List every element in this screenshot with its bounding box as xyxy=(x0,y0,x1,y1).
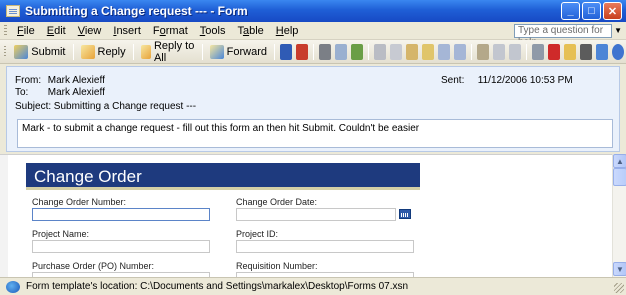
menu-file[interactable]: File xyxy=(11,25,41,37)
vertical-scrollbar[interactable]: ▲ ▼ xyxy=(612,154,626,277)
submit-icon xyxy=(14,44,29,59)
forward-button[interactable]: Forward xyxy=(206,42,271,62)
infopath-icon xyxy=(6,280,20,293)
title-bar[interactable]: Submitting a Change request --- - Form _… xyxy=(0,0,626,22)
menu-tools[interactable]: Tools xyxy=(194,25,232,37)
close-button[interactable]: ✕ xyxy=(603,2,622,20)
sent-label: Sent: xyxy=(441,75,465,86)
copy-icon[interactable] xyxy=(390,43,402,60)
pdf-icon[interactable] xyxy=(296,43,308,60)
help-dropdown-icon[interactable]: ▼ xyxy=(614,26,622,35)
from-value: Mark Alexieff xyxy=(47,75,105,86)
message-body[interactable]: Mark - to submit a change request - fill… xyxy=(17,119,613,148)
table-icon[interactable] xyxy=(493,43,505,60)
window-title: Submitting a Change request --- - Form xyxy=(25,4,248,18)
toolbar-separator xyxy=(526,43,527,60)
change-order-number-label: Change Order Number: xyxy=(32,197,127,207)
message-header: From: Mark Alexieff To: Mark Alexieff Su… xyxy=(6,66,620,152)
print-preview-icon[interactable] xyxy=(335,43,347,60)
print-icon[interactable] xyxy=(319,43,331,60)
to-row: To: Mark Alexieff xyxy=(15,87,105,98)
undo-icon[interactable] xyxy=(438,43,450,60)
toolbar-separator xyxy=(274,43,275,60)
requisition-number-label: Requisition Number: xyxy=(236,261,318,271)
toolbar-separator xyxy=(471,43,472,60)
from-row: From: Mark Alexieff xyxy=(15,75,105,86)
cut-icon[interactable] xyxy=(374,43,386,60)
close-icon: ✕ xyxy=(607,5,618,18)
resize-grip-icon[interactable] xyxy=(614,283,624,293)
up-arrow-icon[interactable] xyxy=(596,43,608,60)
status-bar: Form template's location: C:\Documents a… xyxy=(0,277,626,295)
project-name-label: Project Name: xyxy=(32,229,90,239)
change-order-number-input[interactable] xyxy=(32,208,210,221)
form-left-margin xyxy=(0,155,8,277)
minimize-button[interactable]: _ xyxy=(561,2,580,20)
toolbar-separator xyxy=(201,43,203,60)
to-value: Mark Alexieff xyxy=(47,87,105,98)
flag-icon[interactable] xyxy=(548,43,560,60)
form-document-icon xyxy=(6,5,20,17)
sent-value: 11/12/2006 10:53 PM xyxy=(477,75,573,86)
help-icon[interactable] xyxy=(612,43,624,60)
reply-all-button[interactable]: Reply to All xyxy=(137,40,199,64)
scroll-down-button[interactable]: ▼ xyxy=(613,262,626,276)
template-location-text: Form template's location: C:\Documents a… xyxy=(26,281,409,292)
project-name-input[interactable] xyxy=(32,240,210,253)
sent-row: Sent: 11/12/2006 10:53 PM xyxy=(441,75,573,86)
menu-table[interactable]: Table xyxy=(231,25,269,37)
change-order-date-input[interactable] xyxy=(236,208,396,221)
menu-edit[interactable]: Edit xyxy=(41,25,72,37)
forward-icon xyxy=(209,44,224,59)
folder-icon[interactable] xyxy=(564,43,576,60)
menu-help[interactable]: Help xyxy=(270,25,305,37)
form-view: Change Order Change Order Number: Change… xyxy=(0,154,612,277)
change-order-form: Change Order Change Order Number: Change… xyxy=(26,163,420,277)
help-search-input[interactable]: Type a question for help xyxy=(514,24,612,48)
form-title: Change Order xyxy=(26,163,420,190)
toolbar-separator xyxy=(72,43,74,60)
toolbar-grip-icon[interactable] xyxy=(4,45,7,58)
menu-bar: File Edit View Insert Format Tools Table… xyxy=(0,22,626,48)
subject-row: Subject: Submitting a Change request --- xyxy=(15,101,196,112)
reply-button[interactable]: Reply xyxy=(77,42,130,62)
menu-insert[interactable]: Insert xyxy=(107,25,147,37)
menu-format[interactable]: Format xyxy=(147,25,194,37)
submit-button[interactable]: Submit xyxy=(10,42,69,62)
menu-grip-icon[interactable] xyxy=(4,24,7,37)
from-label: From: xyxy=(15,75,42,86)
minimize-icon: _ xyxy=(567,5,574,17)
save-icon[interactable] xyxy=(280,43,292,60)
maximize-button[interactable]: □ xyxy=(582,2,601,20)
paste-icon[interactable] xyxy=(406,43,418,60)
project-id-input[interactable] xyxy=(236,240,414,253)
delete-icon[interactable] xyxy=(580,43,592,60)
maximize-icon: □ xyxy=(588,5,595,17)
scroll-up-button[interactable]: ▲ xyxy=(613,154,626,168)
subject-value: Submitting a Change request --- xyxy=(53,101,197,112)
address-book-icon[interactable] xyxy=(477,43,489,60)
menu-view[interactable]: View xyxy=(72,25,108,37)
insert-icon[interactable] xyxy=(509,43,521,60)
user-icon[interactable] xyxy=(532,43,544,60)
format-painter-icon[interactable] xyxy=(422,43,434,60)
toolbar-separator xyxy=(368,43,369,60)
change-order-date-label: Change Order Date: xyxy=(236,197,318,207)
outlook-form-window: Submitting a Change request --- - Form _… xyxy=(0,0,626,295)
project-id-label: Project ID: xyxy=(236,229,279,239)
reply-all-icon xyxy=(140,44,151,59)
purchase-order-number-label: Purchase Order (PO) Number: xyxy=(32,261,155,271)
standard-toolbar: Submit Reply Reply to All Forward xyxy=(0,40,626,64)
toolbar-separator xyxy=(132,43,134,60)
window-controls: _ □ ✕ xyxy=(561,2,622,20)
calendar-icon[interactable] xyxy=(399,209,411,219)
toolbar-separator xyxy=(313,43,314,60)
spelling-icon[interactable] xyxy=(351,43,363,60)
subject-label: Subject: xyxy=(15,101,52,112)
reply-icon xyxy=(80,44,95,59)
to-label: To: xyxy=(15,87,29,98)
redo-icon[interactable] xyxy=(454,43,466,60)
scroll-thumb[interactable] xyxy=(613,168,626,186)
